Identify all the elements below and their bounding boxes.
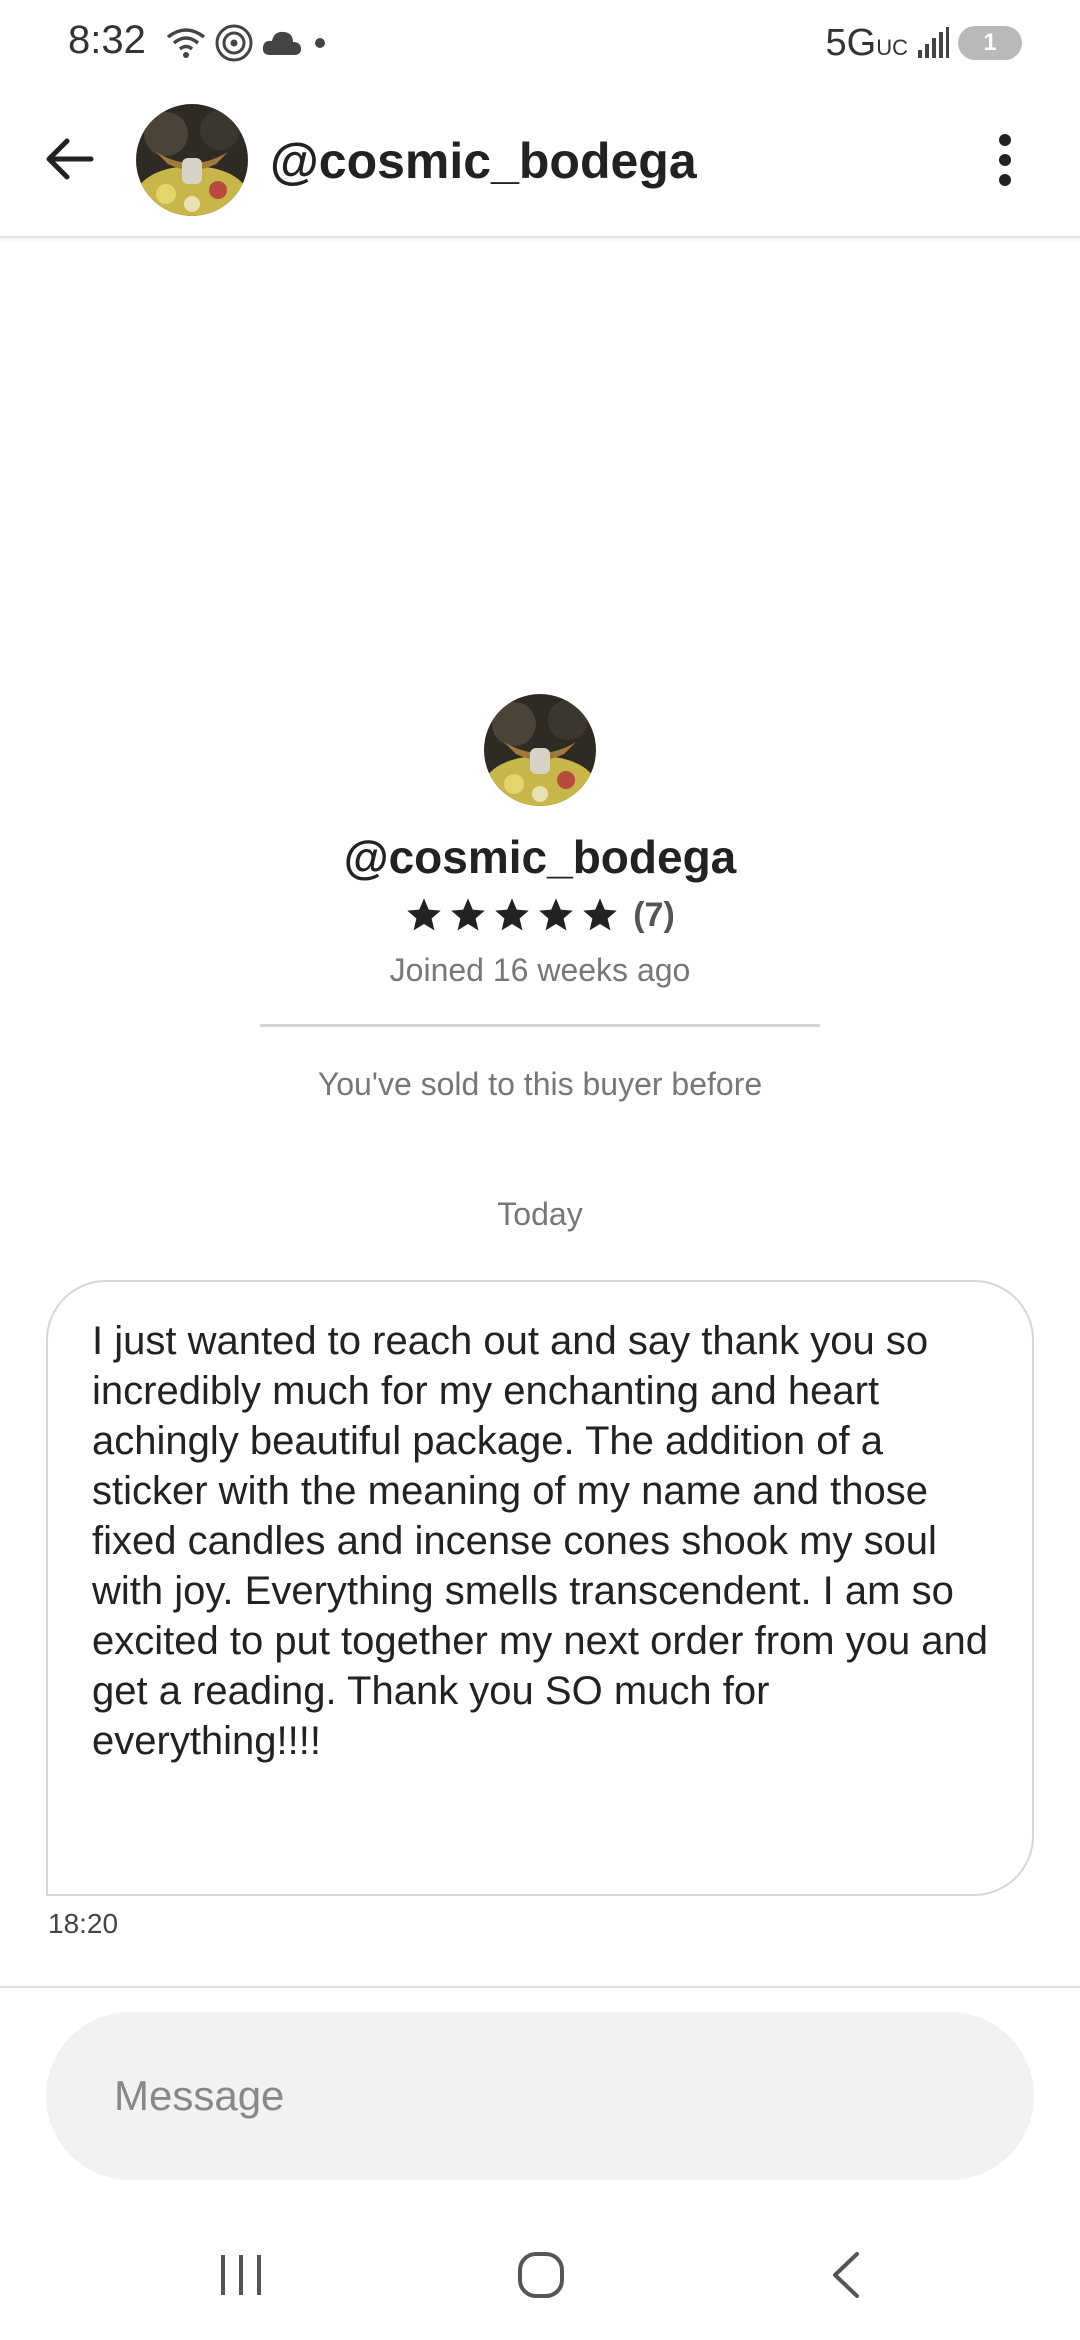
joined-text: Joined 16 weeks ago bbox=[389, 952, 691, 988]
recents-icon bbox=[221, 2255, 261, 2295]
dot-icon bbox=[315, 38, 325, 48]
system-back-button[interactable] bbox=[800, 2240, 890, 2310]
message-timestamp: 18:20 bbox=[48, 1908, 119, 1939]
sold-before-note: You've sold to this buyer before bbox=[317, 1066, 763, 1102]
profile-divider bbox=[260, 1024, 820, 1027]
header-username[interactable]: @cosmic_bodega bbox=[270, 132, 697, 190]
status-time: 8:32 bbox=[68, 18, 146, 62]
back-button[interactable] bbox=[34, 124, 104, 194]
hotspot-icon bbox=[215, 24, 253, 62]
star-icon bbox=[539, 898, 574, 931]
profile-rating: (7) bbox=[0, 890, 1080, 940]
status-bar: 8:32 5GUC 1 bbox=[0, 0, 1080, 86]
star-icon bbox=[495, 898, 530, 931]
more-options-button[interactable] bbox=[970, 120, 1040, 200]
chat-screen: 8:32 5GUC 1 @cosmic_bodega @cosmic_bodeg… bbox=[0, 0, 1080, 2340]
battery-level: 1 bbox=[983, 29, 997, 56]
status-right: 5GUC 1 bbox=[826, 18, 1022, 68]
system-nav-bar bbox=[0, 2220, 1080, 2330]
network-label: 5GUC bbox=[825, 21, 908, 64]
status-icons-left bbox=[166, 20, 330, 66]
star-icon bbox=[451, 898, 486, 931]
battery-charging-icon: 1 bbox=[958, 26, 1022, 60]
cloud-icon bbox=[262, 31, 301, 55]
wifi-icon bbox=[166, 28, 206, 58]
home-icon bbox=[518, 2252, 564, 2298]
message-text: I just wanted to reach out and say thank… bbox=[92, 1319, 989, 1763]
avatar-image bbox=[484, 694, 596, 806]
rating-count[interactable]: (7) bbox=[633, 896, 675, 935]
rating-stars bbox=[405, 896, 619, 934]
chat-header: @cosmic_bodega bbox=[0, 86, 1080, 238]
back-icon bbox=[833, 2252, 859, 2298]
home-button[interactable] bbox=[496, 2240, 586, 2310]
signal-icon bbox=[918, 27, 949, 58]
recents-button[interactable] bbox=[196, 2240, 286, 2310]
profile-avatar[interactable] bbox=[484, 694, 596, 806]
star-icon bbox=[583, 898, 618, 931]
arrow-left-icon bbox=[46, 138, 94, 180]
message-input[interactable] bbox=[46, 2012, 1034, 2180]
header-avatar[interactable] bbox=[136, 104, 248, 216]
profile-username[interactable]: @cosmic_bodega bbox=[0, 830, 1080, 884]
message-bubble[interactable]: I just wanted to reach out and say thank… bbox=[46, 1280, 1034, 1896]
more-vertical-icon bbox=[999, 134, 1011, 186]
star-icon bbox=[407, 898, 442, 931]
avatar-image bbox=[136, 104, 248, 216]
date-separator: Today bbox=[497, 1196, 583, 1232]
composer-divider bbox=[0, 1986, 1080, 1988]
